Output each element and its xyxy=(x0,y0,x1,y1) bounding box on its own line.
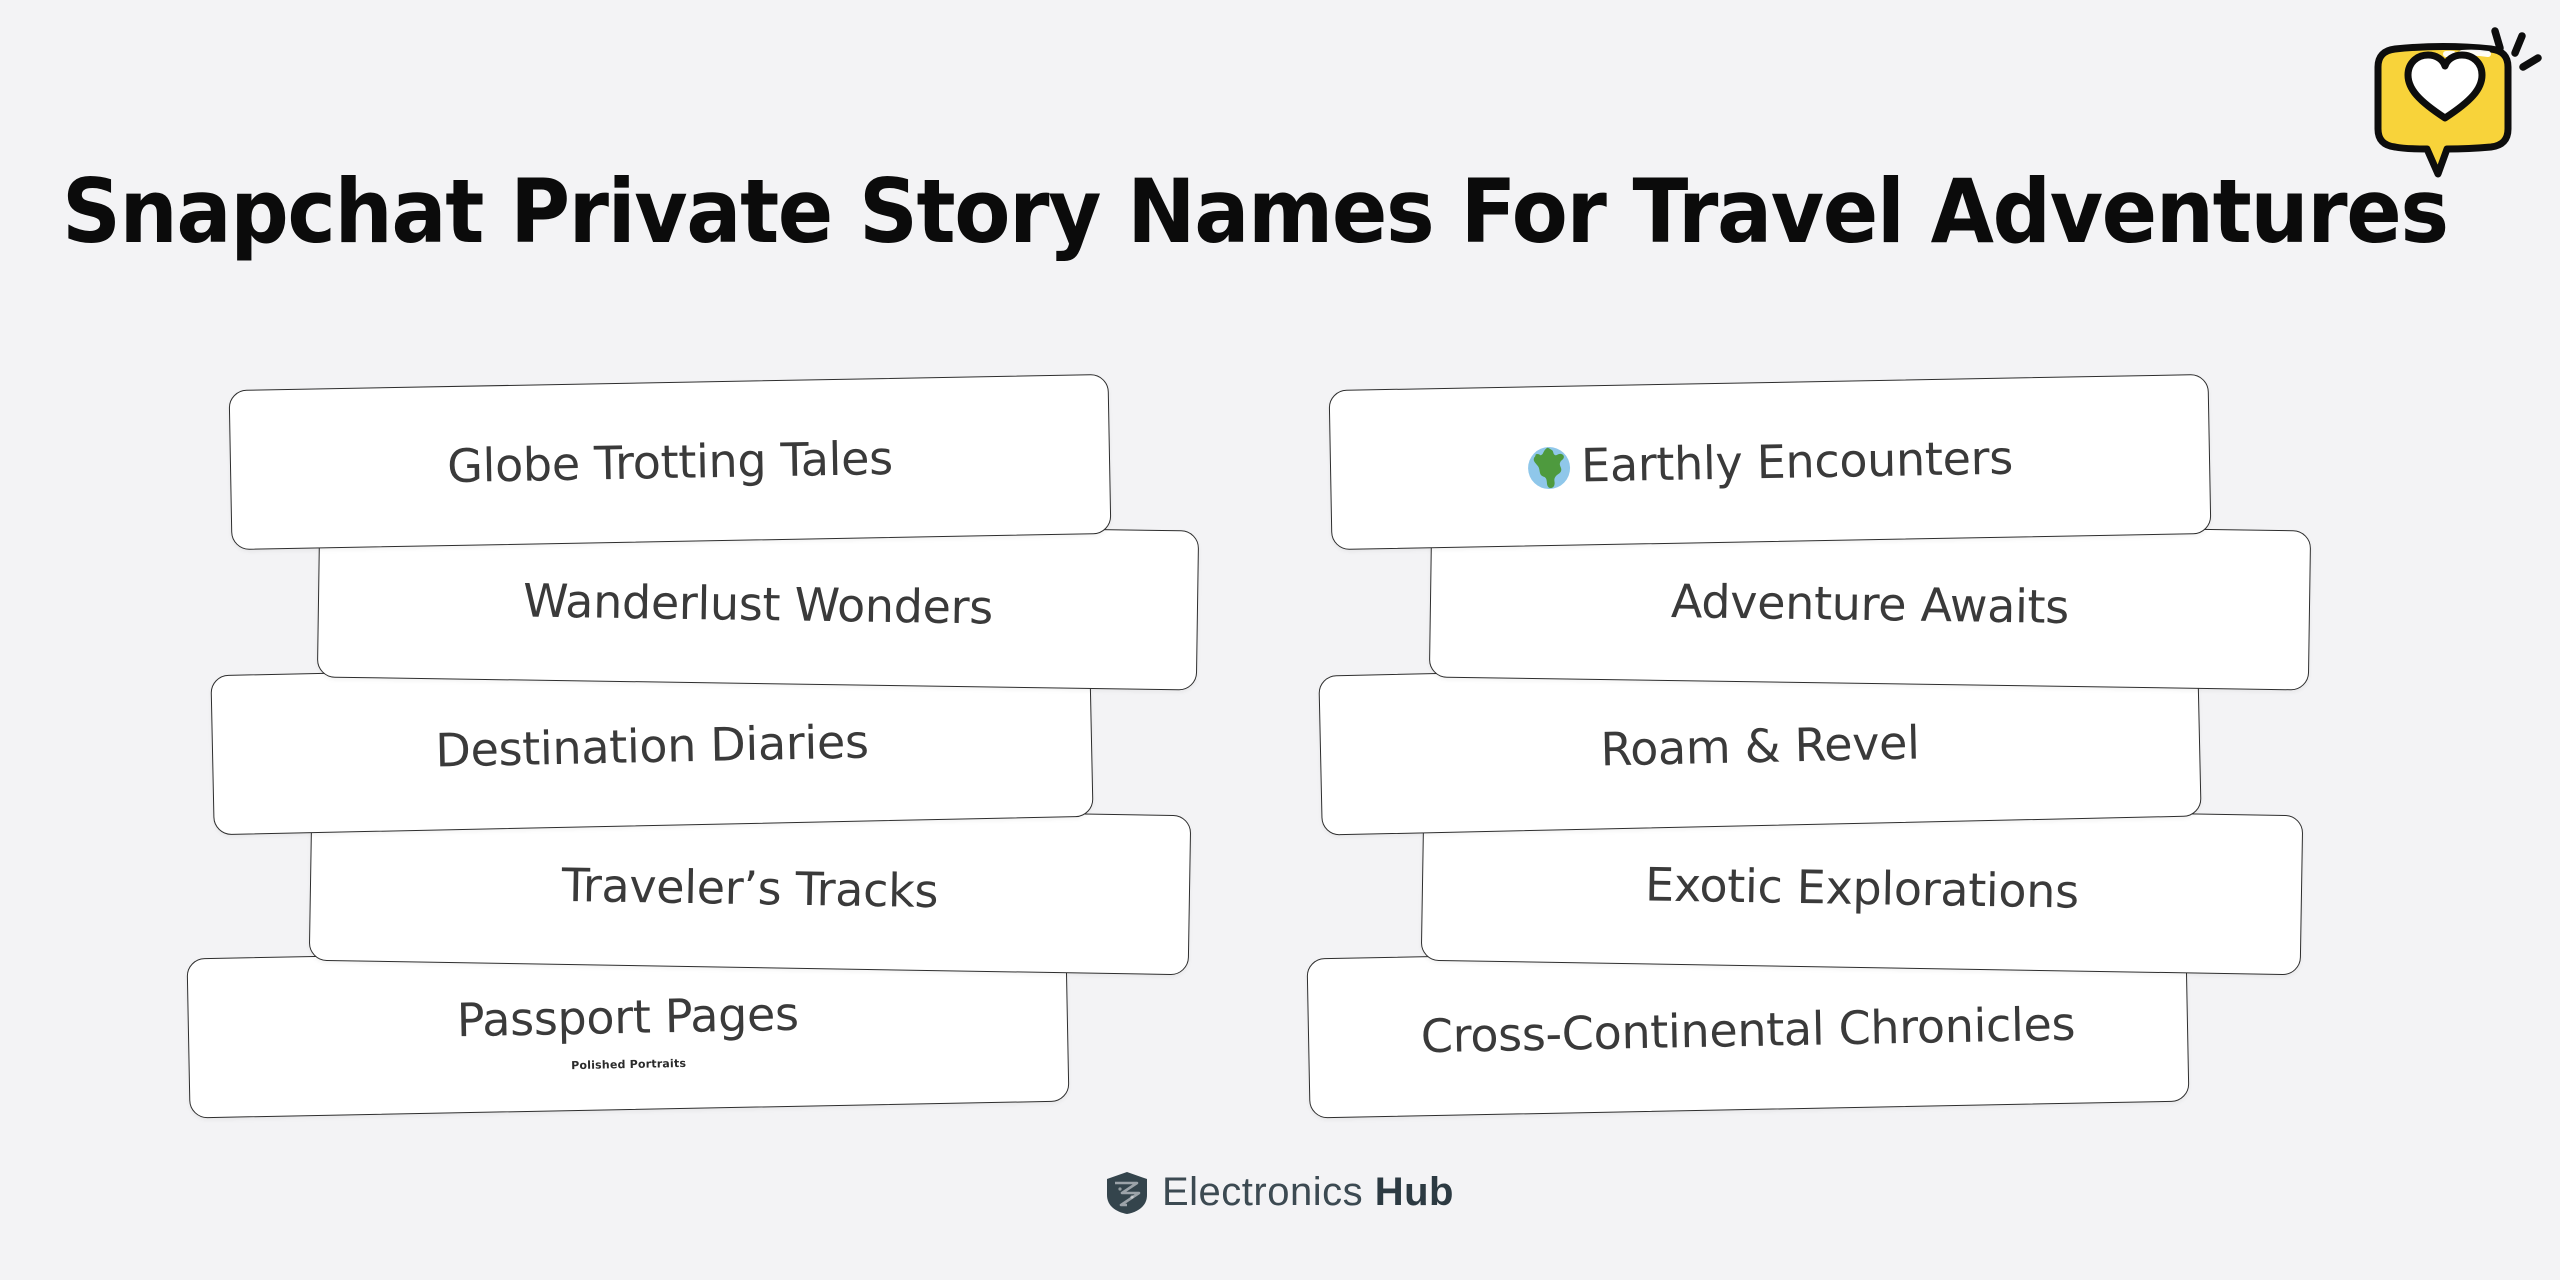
name-card-label: Globe Trotting Tales xyxy=(446,430,894,494)
left-column: Globe Trotting Tales Wanderlust Wonders … xyxy=(186,373,1290,1122)
card-columns: Globe Trotting Tales Wanderlust Wonders … xyxy=(0,373,2560,1122)
page-title: Snapchat Private Story Names For Travel … xyxy=(62,160,2449,263)
name-card-label: Adventure Awaits xyxy=(1670,574,2070,634)
name-card-label: Earthly Encounters xyxy=(1527,430,2014,494)
name-card[interactable]: Globe Trotting Tales xyxy=(228,373,1112,551)
globe-emoji xyxy=(1527,446,1572,491)
footer-brand-text: Electronics Hub xyxy=(1162,1170,1454,1215)
name-card-label: Roam & Revel xyxy=(1599,715,1921,777)
right-column: Earthly Encounters Adventure Awaits Roam… xyxy=(1306,373,2390,1122)
name-card[interactable]: Earthly Encounters xyxy=(1328,373,2212,551)
footer-brand-bold: Hub xyxy=(1374,1170,1454,1214)
name-card-subtitle: Polished Portraits xyxy=(571,1056,687,1072)
name-card-label: Traveler’s Tracks xyxy=(561,857,939,919)
name-card-label: Wanderlust Wonders xyxy=(522,573,994,635)
name-card-label: Exotic Explorations xyxy=(1644,857,2080,919)
name-card-label-text: Earthly Encounters xyxy=(1580,430,2014,493)
name-card-label: Destination Diaries xyxy=(434,714,870,778)
shield-logo-icon xyxy=(1106,1171,1148,1215)
name-card-label: Cross-Continental Chronicles xyxy=(1420,996,2076,1064)
footer-brand-light: Electronics xyxy=(1161,1170,1375,1214)
footer-brand: Electronics Hub xyxy=(0,1170,2560,1215)
heart-speech-bubble-sticker xyxy=(2352,10,2542,185)
name-card-label: Passport Pages xyxy=(456,986,800,1047)
